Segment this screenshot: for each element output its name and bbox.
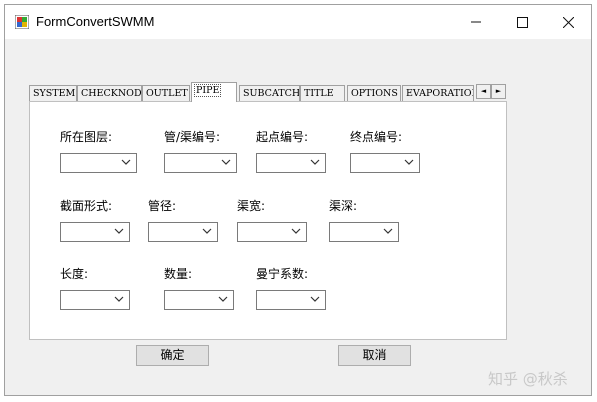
chevron-down-icon <box>291 228 301 234</box>
manning-coefficient-label: 曼宁系数: <box>256 267 309 281</box>
layer-label: 所在图层: <box>60 130 113 144</box>
tab-scroll-left-icon[interactable]: ◄ <box>476 84 491 99</box>
window-title: FormConvertSWMM <box>36 14 155 29</box>
channel-depth-label: 渠深: <box>329 199 358 213</box>
chevron-down-icon <box>221 159 231 165</box>
title-bar[interactable]: FormConvertSWMM <box>5 5 591 39</box>
end-node-combobox[interactable] <box>350 153 420 173</box>
chevron-down-icon <box>121 159 131 165</box>
diameter-combobox[interactable] <box>148 222 218 242</box>
manning-coefficient-combobox[interactable] <box>256 290 326 310</box>
app-icon <box>15 15 29 29</box>
start-node-label: 起点编号: <box>256 130 309 144</box>
tab-subcatch[interactable]: SUBCATCH <box>239 85 300 101</box>
form-window: FormConvertSWMM SYSTEM CHECKNODE OUTLET … <box>4 4 592 396</box>
tab-outlet[interactable]: OUTLET <box>142 85 190 101</box>
start-node-combobox[interactable] <box>256 153 326 173</box>
tab-evaporation[interactable]: EVAPORATION <box>402 85 474 101</box>
tab-pipe[interactable]: PIPE <box>191 82 237 102</box>
chevron-down-icon <box>202 228 212 234</box>
close-icon <box>562 16 574 28</box>
chevron-down-icon <box>383 228 393 234</box>
tab-checknode[interactable]: CHECKNODE <box>77 85 142 101</box>
minimize-button[interactable] <box>453 5 499 39</box>
tab-scroll-right-icon[interactable]: ► <box>491 84 506 99</box>
pipe-id-combobox[interactable] <box>164 153 237 173</box>
maximize-button[interactable] <box>499 5 545 39</box>
quantity-label: 数量: <box>164 267 193 281</box>
channel-depth-combobox[interactable] <box>329 222 399 242</box>
section-type-combobox[interactable] <box>60 222 130 242</box>
ok-button[interactable]: 确定 <box>136 345 209 366</box>
tab-system[interactable]: SYSTEM <box>29 85 77 101</box>
quantity-combobox[interactable] <box>164 290 234 310</box>
cancel-button[interactable]: 取消 <box>338 345 411 366</box>
channel-width-label: 渠宽: <box>237 199 266 213</box>
close-button[interactable] <box>545 5 591 39</box>
pipe-id-label: 管/渠编号: <box>164 130 221 144</box>
section-type-label: 截面形式: <box>60 199 113 213</box>
chevron-down-icon <box>310 159 320 165</box>
tab-title[interactable]: TITLE <box>300 85 345 101</box>
chevron-down-icon <box>218 296 228 302</box>
tab-options[interactable]: OPTIONS <box>347 85 401 101</box>
channel-width-combobox[interactable] <box>237 222 307 242</box>
chevron-down-icon <box>114 296 124 302</box>
chevron-down-icon <box>404 159 414 165</box>
layer-combobox[interactable] <box>60 153 137 173</box>
watermark: 知乎 @秋杀 <box>488 370 568 388</box>
chevron-down-icon <box>114 228 124 234</box>
end-node-label: 终点编号: <box>350 130 403 144</box>
chevron-down-icon <box>310 296 320 302</box>
maximize-icon <box>516 16 528 28</box>
minimize-icon <box>471 21 481 23</box>
length-label: 长度: <box>60 267 89 281</box>
diameter-label: 管径: <box>148 199 177 213</box>
tab-pipe-label: PIPE <box>193 84 222 97</box>
length-combobox[interactable] <box>60 290 130 310</box>
